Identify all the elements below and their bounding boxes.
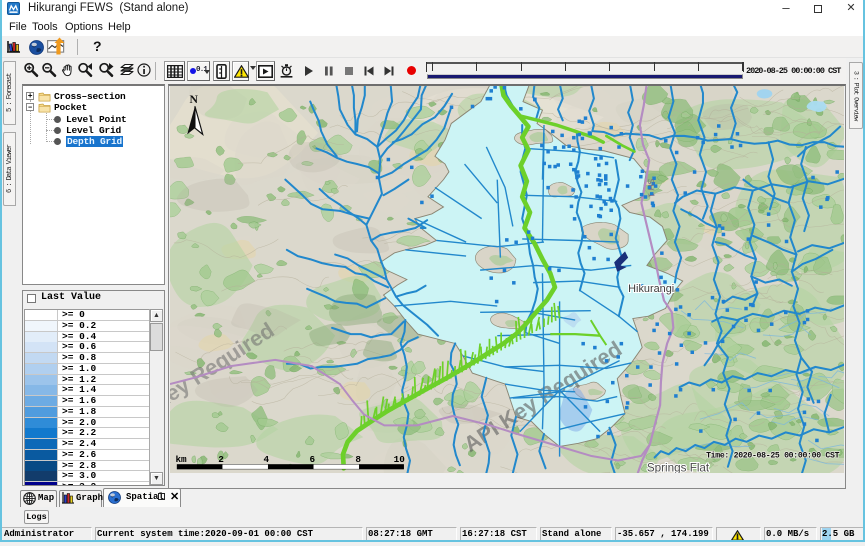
svg-text:SH 1: SH 1 (646, 178, 657, 198)
svg-text:N: N (189, 93, 198, 106)
svg-text:8: 8 (355, 454, 361, 465)
svg-text:Springs Flat: Springs Flat (647, 461, 710, 473)
svg-text:Hikurangi: Hikurangi (628, 283, 674, 295)
svg-text:10: 10 (394, 454, 406, 465)
svg-text:Time: 2020-08-25 00:00:00 CST: Time: 2020-08-25 00:00:00 CST (706, 450, 839, 460)
svg-text:4: 4 (264, 454, 270, 465)
svg-text:km: km (175, 454, 187, 465)
svg-text:2: 2 (218, 454, 224, 465)
svg-text:6: 6 (309, 454, 315, 465)
